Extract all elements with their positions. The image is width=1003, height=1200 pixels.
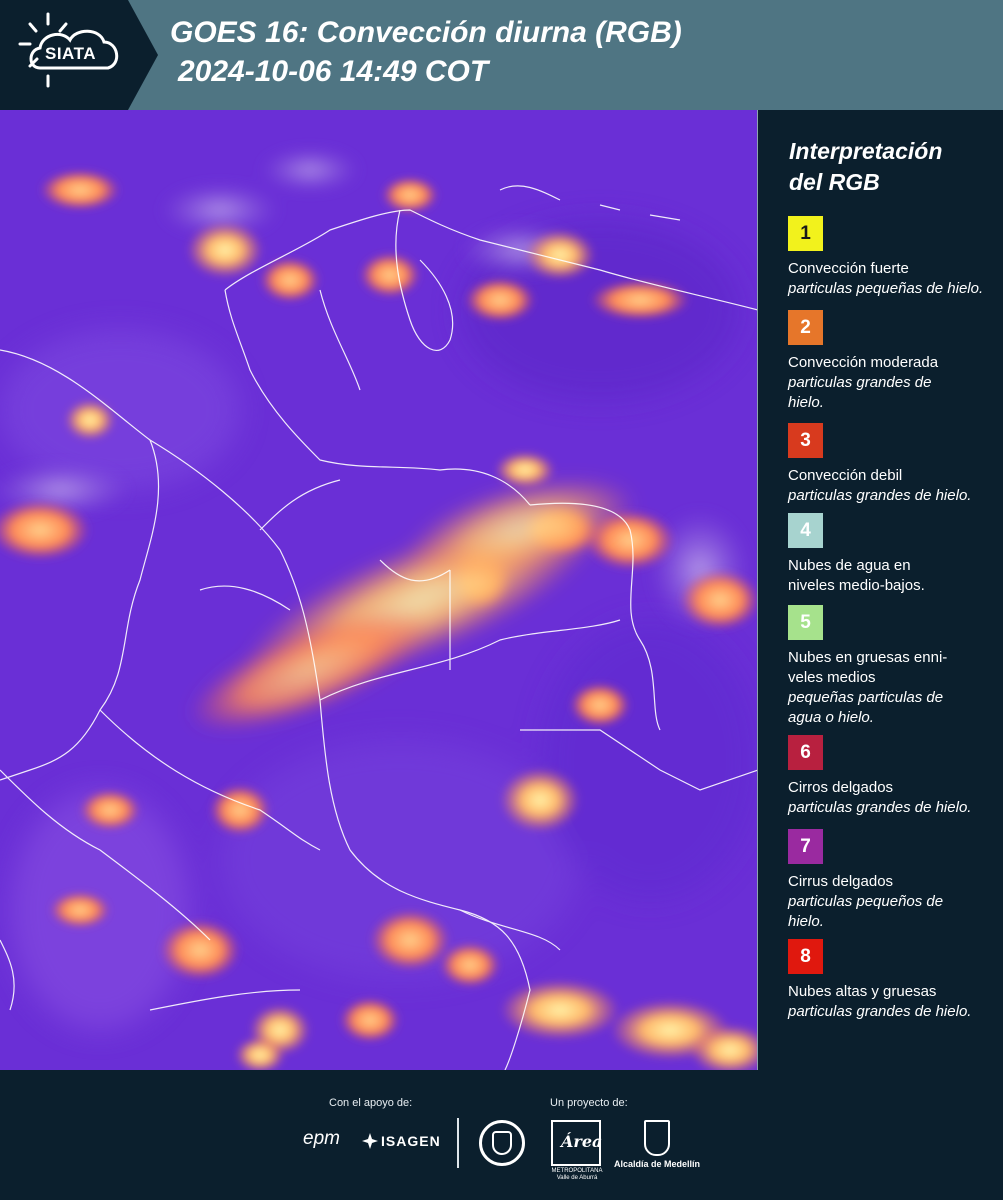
medellin-seal-icon [479, 1120, 525, 1166]
legend-item-6: 6 Cirros delgados particulas grandes de … [788, 735, 998, 818]
legend-label-4: Nubes de agua en niveles medio-bajos. [788, 557, 925, 594]
project-label: Un proyecto de: [550, 1097, 628, 1109]
isagen-star-icon [362, 1133, 378, 1149]
legend-swatch-3: 3 [788, 423, 823, 458]
medellin-label: Alcaldía de Medellín [613, 1159, 701, 1169]
logo-text: SIATA [45, 44, 96, 63]
page-timestamp: 2024-10-06 14:49 COT [178, 55, 489, 88]
legend-swatch-8: 8 [788, 939, 823, 974]
legend-sub-5: pequeñas particulas de agua o hielo. [788, 689, 944, 726]
legend-sub-7: particulas pequeños de hielo. [788, 893, 944, 930]
legend-item-3: 3 Convección debil particulas grandes de… [788, 423, 998, 506]
legend-label-3: Convección debil [788, 467, 903, 484]
support-label: Con el apoyo de: [329, 1097, 413, 1109]
legend-label-5: Nubes en gruesas enni-veles medios [788, 649, 948, 686]
page-title: GOES 16: Convección diurna (RGB) [170, 16, 682, 49]
legend-label-2: Convección moderada [788, 354, 939, 371]
legend-item-7: 7 Cirrus delgados particulas pequeños de… [788, 829, 998, 932]
legend-sub-3: particulas grandes de hielo. [788, 487, 972, 504]
legend-sub-1: particulas pequeñas de hielo. [788, 280, 984, 297]
area-logo-text: Área [561, 1132, 603, 1151]
legend-swatch-5: 5 [788, 605, 823, 640]
legend-swatch-4: 4 [788, 513, 823, 548]
legend-item-5: 5 Nubes en gruesas enni-veles medios peq… [788, 605, 998, 728]
medellin-shield-icon [644, 1120, 670, 1156]
legend-item-2: 2 Convección moderada particulas grandes… [788, 310, 998, 413]
legend-label-1: Convección fuerte [788, 260, 909, 277]
legend-sub-2: particulas grandes de hielo. [788, 374, 932, 411]
legend-swatch-1: 1 [788, 216, 823, 251]
legend-label-7: Cirrus delgados [788, 873, 894, 890]
legend-title-line2: del RGB [789, 169, 880, 195]
legend-title: Interpretación del RGB [789, 136, 989, 198]
legend-swatch-2: 2 [788, 310, 823, 345]
legend-item-1: 1 Convección fuerte particulas pequeñas … [788, 216, 998, 299]
footer: Con el apoyo de: Un proyecto de: epm ISA… [0, 1070, 1003, 1200]
legend-sub-8: particulas grandes de hielo. [788, 1003, 972, 1020]
siata-logo: SIATA [0, 0, 160, 110]
header-bar: SIATA GOES 16: Convección diurna (RGB) 2… [0, 0, 1003, 110]
legend-swatch-6: 6 [788, 735, 823, 770]
area-metropolitana-logo: Área [551, 1120, 603, 1166]
legend-panel: Interpretación del RGB 1 Convección fuer… [758, 110, 1003, 1070]
legend-label-8: Nubes altas y gruesas [788, 983, 937, 1000]
legend-item-8: 8 Nubes altas y gruesas particulas grand… [788, 939, 998, 1022]
legend-title-line1: Interpretación [789, 138, 943, 164]
isagen-logo: ISAGEN [381, 1133, 441, 1149]
legend-item-4: 4 Nubes de agua en niveles medio-bajos. [788, 513, 998, 596]
legend-label-6: Cirros delgados [788, 779, 894, 796]
area-caption: METROPOLITANA Valle de Aburrá [551, 1168, 603, 1181]
legend-sub-6: particulas grandes de hielo. [788, 799, 972, 816]
epm-logo: epm [303, 1128, 340, 1149]
legend-swatch-7: 7 [788, 829, 823, 864]
footer-divider [457, 1118, 459, 1168]
satellite-map[interactable] [0, 110, 758, 1070]
